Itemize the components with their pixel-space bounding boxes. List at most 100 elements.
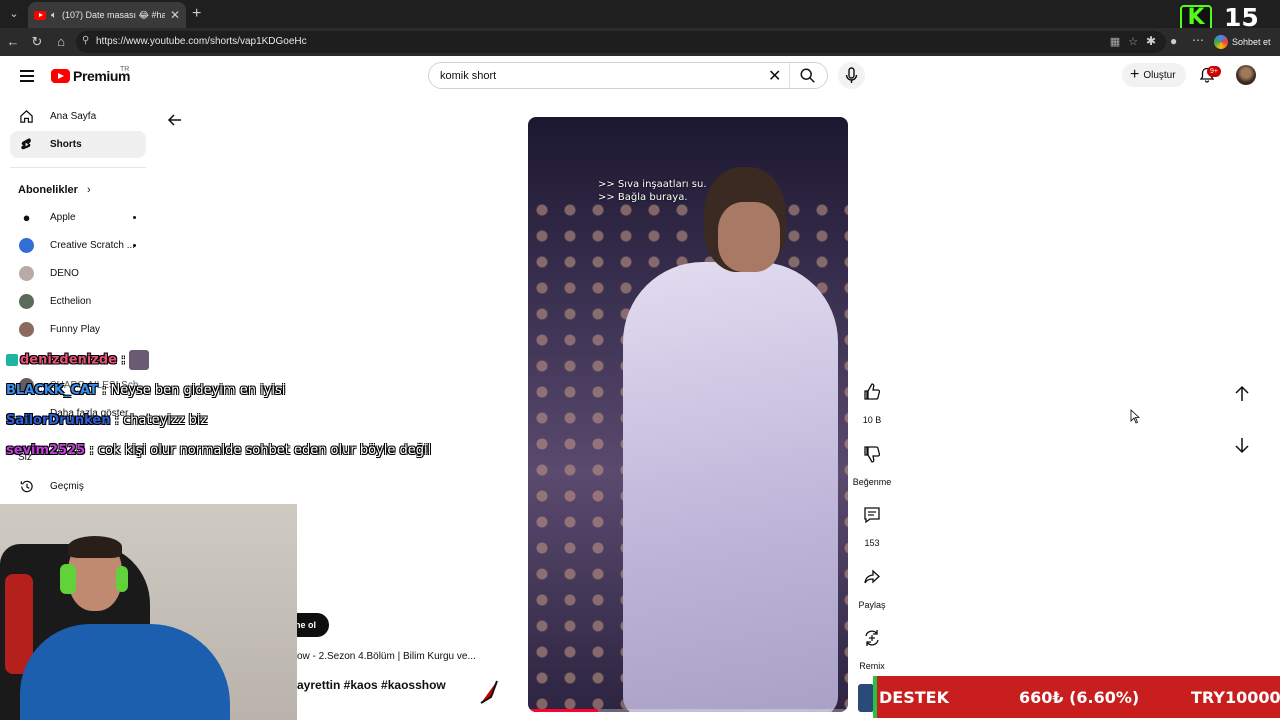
back-arrow-icon[interactable]: ← — [5, 34, 21, 50]
home-icon — [20, 110, 33, 123]
subscriptions-heading-label: Abonelikler — [18, 184, 78, 196]
notification-badge: 9+ — [1207, 66, 1221, 77]
browser-tab-bar: ⌄ 🔈︎ (107) Date masası 😂 #hayre ✕ + — [0, 0, 1280, 28]
more-menu-icon[interactable]: ⋯ — [1192, 33, 1204, 47]
video-progress-bar[interactable] — [528, 709, 848, 712]
home-icon[interactable]: ⌂ — [53, 34, 69, 50]
menu-hamburger-icon[interactable] — [20, 70, 34, 82]
search-box[interactable]: komik short ✕ — [428, 62, 828, 89]
site-info-icon[interactable]: ⚲ — [82, 35, 89, 46]
speaker-icon[interactable]: 🔈︎ — [51, 10, 57, 21]
sidebar-item-label: Geçmiş — [50, 481, 84, 492]
channel-avatar — [19, 266, 34, 281]
plus-icon: + — [1130, 66, 1140, 83]
history-icon — [20, 480, 33, 493]
chat-username: sevim2525 — [6, 443, 86, 458]
subscription-name: Ecthelion — [50, 296, 92, 307]
country-code: TR — [120, 66, 130, 73]
like-action[interactable]: 10 B — [849, 378, 895, 425]
donation-progress-text: 660₺ (6.60%) — [1019, 688, 1140, 707]
chat-username: denizdenizde — [20, 352, 117, 368]
video-hashtags[interactable]: ayrettin #kaos #kaosshow — [297, 678, 446, 692]
comment-count: 153 — [864, 538, 880, 548]
search-icon[interactable] — [799, 67, 817, 85]
account-avatar[interactable] — [1236, 65, 1256, 85]
profile-ext-icon[interactable]: ● — [1170, 34, 1177, 48]
channel-thumbnail[interactable] — [858, 684, 874, 712]
voice-search-button[interactable] — [838, 62, 865, 89]
subscription-name: Funny Play — [50, 324, 101, 335]
search-divider — [789, 63, 790, 88]
shorts-video-player[interactable]: >> Sıva inşaatları su. >> Bağla buraya. — [528, 117, 848, 712]
close-tab-icon[interactable]: ✕ — [170, 8, 180, 22]
sidebar-sub-creative-scratch[interactable]: Creative Scratch ... — [10, 232, 146, 259]
chat-badge-icon — [6, 354, 18, 366]
new-tab-plus-icon[interactable]: + — [192, 4, 201, 24]
chat-text: : Neyse ben gideyim en iyisi — [97, 383, 286, 398]
shorts-icon — [21, 138, 31, 150]
channel-avatar — [19, 294, 34, 309]
apple-logo-icon: ● — [22, 210, 31, 225]
chat-text: : cok kişi olur normalde sohbet eden olu… — [85, 443, 432, 458]
search-input[interactable]: komik short — [440, 70, 496, 82]
sidebar-divider — [10, 167, 146, 168]
video-title-link[interactable]: ow - 2.Sezon 4.Bölüm | Bilim Kurgu ve... — [297, 651, 476, 662]
stream-chat-message: SailorDrunken : chateyizz biz — [6, 413, 207, 428]
browser-tab-active[interactable]: 🔈︎ (107) Date masası 😂 #hayre ✕ — [28, 2, 186, 28]
comments-action[interactable]: 153 — [849, 501, 895, 548]
dislike-label: Beğenme — [852, 477, 892, 487]
donation-goal-bar: DESTEK 660₺ (6.60%) TRY10000 — [873, 676, 1280, 718]
subscription-name: DENO — [50, 268, 79, 279]
share-action[interactable]: Paylaş — [849, 563, 895, 610]
create-label: Oluştur — [1143, 69, 1176, 81]
streamer-body — [20, 624, 230, 720]
chat-text: : — [116, 352, 126, 368]
sidebar-sub-ecthelion[interactable]: Ecthelion — [10, 288, 146, 315]
share-icon[interactable] — [858, 563, 886, 591]
headphones-icon — [116, 566, 128, 592]
speaker-figure — [623, 262, 838, 712]
tab-list-chevron-icon[interactable]: ⌄ — [4, 4, 24, 24]
subscription-name: Creative Scratch ... — [50, 240, 136, 251]
clear-search-icon[interactable]: ✕ — [768, 66, 781, 86]
channel-avatar — [19, 322, 34, 337]
remix-action[interactable]: Remix — [849, 624, 895, 671]
youtube-favicon-icon — [34, 10, 46, 20]
mouse-cursor-icon — [1130, 409, 1140, 424]
stream-chat-message: denizdenizde : — [6, 350, 150, 370]
subscription-name: Apple — [50, 212, 76, 223]
next-short-arrow-down-icon[interactable] — [1228, 431, 1256, 459]
chat-text: : chateyizz biz — [110, 413, 208, 428]
url-field[interactable]: ⚲ https://www.youtube.com/shorts/vap1KDG… — [76, 31, 1166, 53]
sidebar-item-home[interactable]: Ana Sayfa — [10, 103, 146, 130]
create-button[interactable]: + Oluştur — [1122, 63, 1186, 87]
chat-button-label: Sohbet et — [1232, 37, 1271, 47]
extension-icon[interactable]: ✱ — [1146, 34, 1156, 48]
sidebar-sub-apple[interactable]: ● Apple — [10, 204, 146, 231]
sidebar-item-shorts[interactable]: Shorts — [10, 131, 146, 158]
previous-short-arrow-up-icon[interactable] — [1228, 380, 1256, 408]
kaos-show-logo-icon — [480, 680, 498, 704]
tab-title: (107) Date masası 😂 #hayre — [62, 9, 165, 20]
stream-chat-message: BLACKK_CAT : Neyse ben gideyim en iyisi — [6, 383, 285, 398]
reload-icon[interactable]: ↻ — [29, 34, 45, 50]
thumbs-up-icon[interactable] — [858, 378, 886, 406]
sidebar-item-history[interactable]: Geçmiş — [10, 473, 146, 500]
back-arrow-icon[interactable] — [166, 111, 184, 129]
url-text: https://www.youtube.com/shorts/vap1KDGoe… — [96, 36, 307, 47]
remix-icon[interactable] — [858, 624, 886, 652]
new-content-dot — [133, 244, 136, 247]
share-label: Paylaş — [858, 600, 886, 610]
sidebar-sub-funny-play[interactable]: Funny Play — [10, 316, 146, 343]
copilot-chat-button[interactable]: Sohbet et — [1214, 33, 1271, 51]
donation-progress-fill — [873, 676, 877, 718]
thumbs-down-icon[interactable] — [858, 440, 886, 468]
youtube-premium-logo[interactable]: Premium — [51, 68, 131, 84]
like-count: 10 B — [862, 415, 882, 425]
donation-goal-text: TRY10000 — [1191, 688, 1280, 707]
dislike-action[interactable]: Beğenme — [849, 440, 895, 487]
comment-icon[interactable] — [858, 501, 886, 529]
url-actions-icon[interactable]: ▦☆ — [1110, 35, 1146, 48]
subscriptions-heading[interactable]: Abonelikler › — [18, 184, 91, 196]
sidebar-sub-deno[interactable]: DENO — [10, 260, 146, 287]
